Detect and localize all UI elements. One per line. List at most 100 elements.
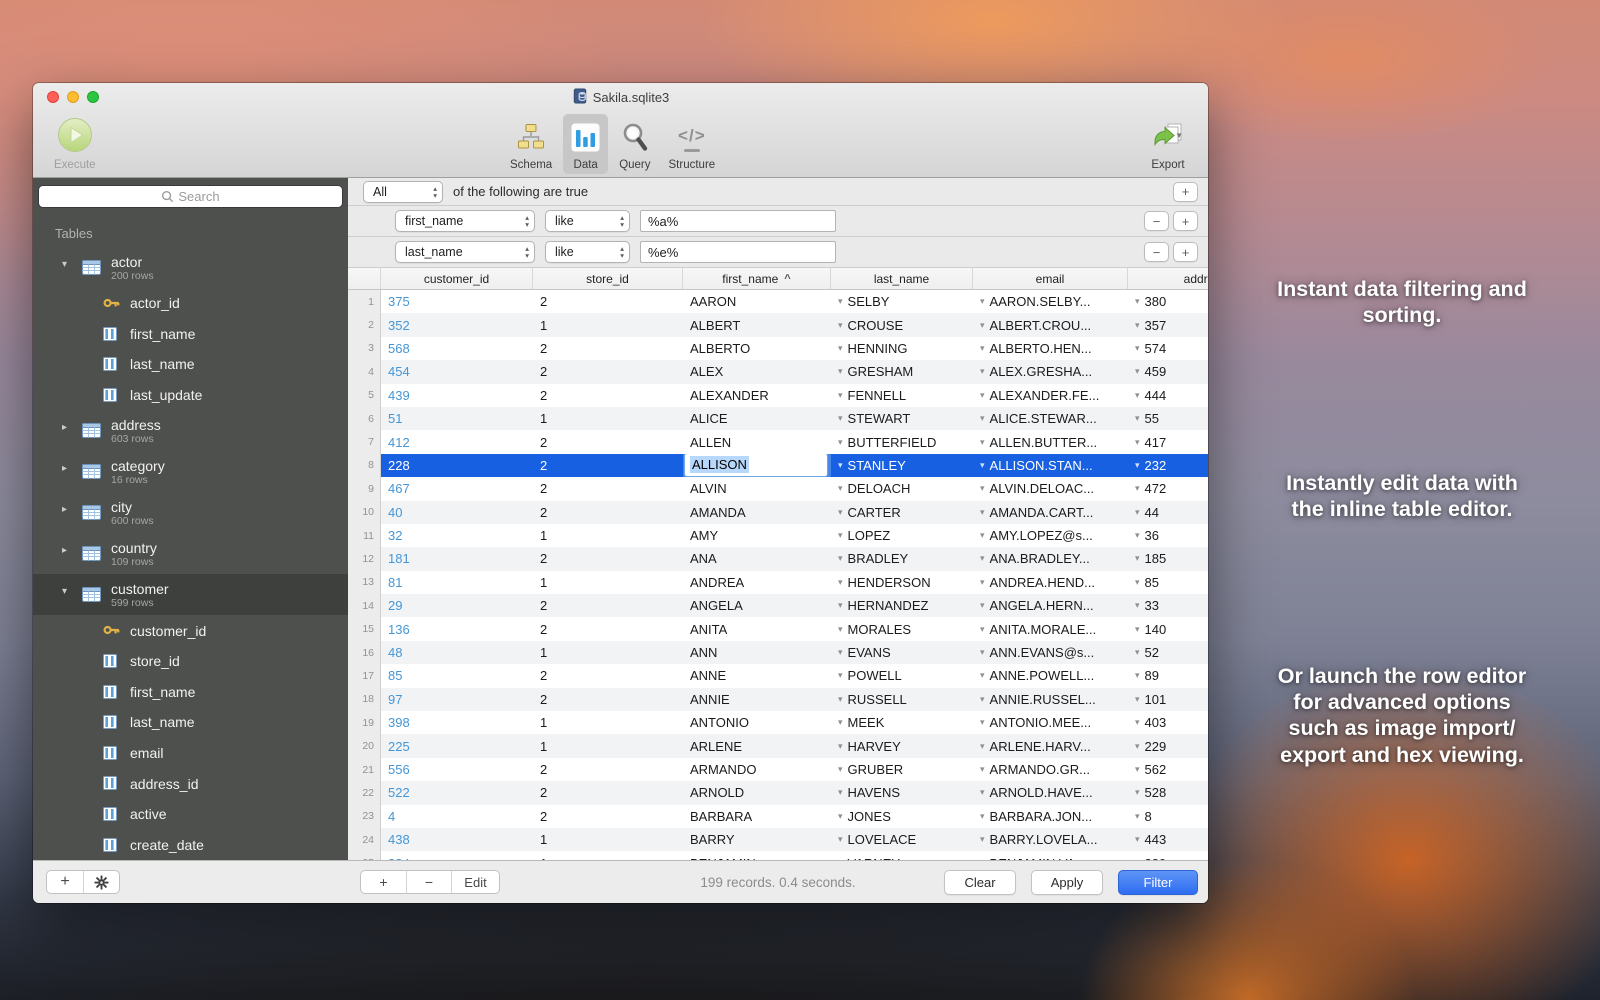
cell-last-name[interactable]: ▾EVANS: [831, 641, 973, 664]
cell-customer-id[interactable]: 454: [381, 360, 533, 383]
filter-button[interactable]: Filter: [1118, 870, 1198, 895]
disclosure-triangle-icon[interactable]: ▸: [62, 422, 76, 433]
disclosure-triangle-icon[interactable]: ▸: [62, 463, 76, 474]
sidebar-column-item[interactable]: customer_id: [33, 615, 348, 646]
cell-email[interactable]: ▾AMY.LOPEZ@s...: [973, 524, 1128, 547]
sidebar-table-item[interactable]: ▸ address 603 rows: [33, 410, 348, 451]
cell-first-name[interactable]: ANA: [683, 547, 831, 570]
cell-store-id[interactable]: 1: [533, 828, 683, 851]
column-header-last_name[interactable]: last_name: [831, 268, 973, 289]
cell-store-id[interactable]: 2: [533, 805, 683, 828]
cell-email[interactable]: ▾ALICE.STEWAR...: [973, 407, 1128, 430]
add-row-button[interactable]: +: [361, 871, 406, 893]
cell-store-id[interactable]: 1: [533, 407, 683, 430]
cell-last-name[interactable]: ▾MORALES: [831, 617, 973, 640]
filter-operator-select[interactable]: like ▴▾: [545, 210, 630, 232]
cell-first-name[interactable]: ARMANDO: [683, 758, 831, 781]
disclosure-triangle-icon[interactable]: ▸: [62, 504, 76, 515]
cell-first-name[interactable]: ALEXANDER: [683, 384, 831, 407]
cell-last-name[interactable]: ▾HERNANDEZ: [831, 594, 973, 617]
table-row[interactable]: 2 352 1 ALBERT ▾CROUSE ▾ALBERT.CROU... ▾…: [348, 313, 1208, 336]
table-row[interactable]: 19 398 1 ANTONIO ▾MEEK ▾ANTONIO.MEE... ▾…: [348, 711, 1208, 734]
cell-store-id[interactable]: 2: [533, 617, 683, 640]
cell-store-id[interactable]: 1: [533, 851, 683, 860]
sidebar-column-item[interactable]: actor_id: [33, 288, 348, 319]
table-actions-button[interactable]: [83, 871, 119, 893]
minimize-button[interactable]: [67, 91, 79, 103]
cell-last-name[interactable]: ▾BUTTERFIELD: [831, 430, 973, 453]
cell-last-name[interactable]: ▾STANLEY: [831, 454, 973, 477]
cell-first-name[interactable]: AMY: [683, 524, 831, 547]
execute-button[interactable]: Execute: [47, 114, 103, 174]
table-row[interactable]: 23 4 2 BARBARA ▾JONES ▾BARBARA.JON... ▾8: [348, 805, 1208, 828]
cell-last-name[interactable]: ▾LOVELACE: [831, 828, 973, 851]
table-row[interactable]: 20 225 1 ARLENE ▾HARVEY ▾ARLENE.HARV... …: [348, 734, 1208, 757]
cell-store-id[interactable]: 2: [533, 781, 683, 804]
cell-first-name[interactable]: BARBARA: [683, 805, 831, 828]
add-table-button[interactable]: +: [47, 871, 83, 893]
cell-first-name[interactable]: AMANDA: [683, 501, 831, 524]
cell-last-name[interactable]: ▾POWELL: [831, 664, 973, 687]
cell-customer-id[interactable]: 352: [381, 313, 533, 336]
cell-customer-id[interactable]: 225: [381, 734, 533, 757]
cell-store-id[interactable]: 2: [533, 547, 683, 570]
cell-address-id[interactable]: ▾232: [1128, 454, 1208, 477]
cell-last-name[interactable]: ▾HAVENS: [831, 781, 973, 804]
cell-first-name[interactable]: ALLEN: [683, 430, 831, 453]
table-row[interactable]: 11 32 1 AMY ▾LOPEZ ▾AMY.LOPEZ@s... ▾36: [348, 524, 1208, 547]
cell-last-name[interactable]: ▾GRUBER: [831, 758, 973, 781]
cell-first-name[interactable]: ANDREA: [683, 571, 831, 594]
cell-email[interactable]: ▾ALLEN.BUTTER...: [973, 430, 1128, 453]
inline-cell-editor[interactable]: ALLISON: [684, 454, 828, 477]
cell-email[interactable]: ▾BARBARA.JON...: [973, 805, 1128, 828]
cell-address-id[interactable]: ▾444: [1128, 384, 1208, 407]
apply-button[interactable]: Apply: [1031, 870, 1103, 895]
table-row[interactable]: 13 81 1 ANDREA ▾HENDERSON ▾ANDREA.HEND..…: [348, 571, 1208, 594]
filter-field-select[interactable]: last_name ▴▾: [395, 241, 535, 263]
cell-email[interactable]: ▾ANITA.MORALE...: [973, 617, 1128, 640]
cell-first-name[interactable]: ANNE: [683, 664, 831, 687]
cell-customer-id[interactable]: 384: [381, 851, 533, 860]
cell-email[interactable]: ▾ALLISON.STAN...: [973, 454, 1128, 477]
disclosure-triangle-icon[interactable]: ▾: [62, 259, 76, 270]
sidebar-table-item[interactable]: ▸ country 109 rows: [33, 533, 348, 574]
cell-last-name[interactable]: ▾FENNELL: [831, 384, 973, 407]
table-row[interactable]: 25 384 1 BENJAMIN ▾VARNEY ▾BENJAMIN.VA..…: [348, 851, 1208, 860]
cell-last-name[interactable]: ▾HENDERSON: [831, 571, 973, 594]
filter-value-input[interactable]: [640, 210, 836, 232]
cell-store-id[interactable]: 2: [533, 594, 683, 617]
cell-address-id[interactable]: ▾562: [1128, 758, 1208, 781]
cell-first-name[interactable]: ANN: [683, 641, 831, 664]
table-row[interactable]: 6 51 1 ALICE ▾STEWART ▾ALICE.STEWAR... ▾…: [348, 407, 1208, 430]
sidebar-column-item[interactable]: active: [33, 799, 348, 830]
table-row[interactable]: 7 412 2 ALLEN ▾BUTTERFIELD ▾ALLEN.BUTTER…: [348, 430, 1208, 453]
cell-first-name[interactable]: ANITA: [683, 617, 831, 640]
cell-email[interactable]: ▾ALEXANDER.FE...: [973, 384, 1128, 407]
sidebar-table-item[interactable]: ▸ category 16 rows: [33, 451, 348, 492]
cell-first-name[interactable]: ALBERTO: [683, 337, 831, 360]
cell-email[interactable]: ▾ANN.EVANS@s...: [973, 641, 1128, 664]
cell-address-id[interactable]: ▾417: [1128, 430, 1208, 453]
cell-store-id[interactable]: 1: [533, 524, 683, 547]
cell-email[interactable]: ▾ANNIE.RUSSEL...: [973, 688, 1128, 711]
filter-value-input[interactable]: [640, 241, 836, 263]
cell-address-id[interactable]: ▾443: [1128, 828, 1208, 851]
sidebar-column-item[interactable]: store_id: [33, 646, 348, 677]
cell-address-id[interactable]: ▾528: [1128, 781, 1208, 804]
cell-address-id[interactable]: ▾36: [1128, 524, 1208, 547]
cell-address-id[interactable]: ▾8: [1128, 805, 1208, 828]
cell-first-name[interactable]: ALICE: [683, 407, 831, 430]
cell-last-name[interactable]: ▾GRESHAM: [831, 360, 973, 383]
cell-first-name[interactable]: ALEX: [683, 360, 831, 383]
export-button[interactable]: ▼ Export: [1144, 114, 1192, 174]
cell-email[interactable]: ▾ANDREA.HEND...: [973, 571, 1128, 594]
cell-last-name[interactable]: ▾HENNING: [831, 337, 973, 360]
cell-address-id[interactable]: ▾55: [1128, 407, 1208, 430]
cell-first-name[interactable]: AARON: [683, 290, 831, 313]
cell-customer-id[interactable]: 181: [381, 547, 533, 570]
cell-customer-id[interactable]: 412: [381, 430, 533, 453]
cell-email[interactable]: ▾ALBERT.CROU...: [973, 313, 1128, 336]
filter-operator-select[interactable]: like ▴▾: [545, 241, 630, 263]
delete-row-button[interactable]: −: [406, 871, 451, 893]
table-row[interactable]: 16 48 1 ANN ▾EVANS ▾ANN.EVANS@s... ▾52: [348, 641, 1208, 664]
